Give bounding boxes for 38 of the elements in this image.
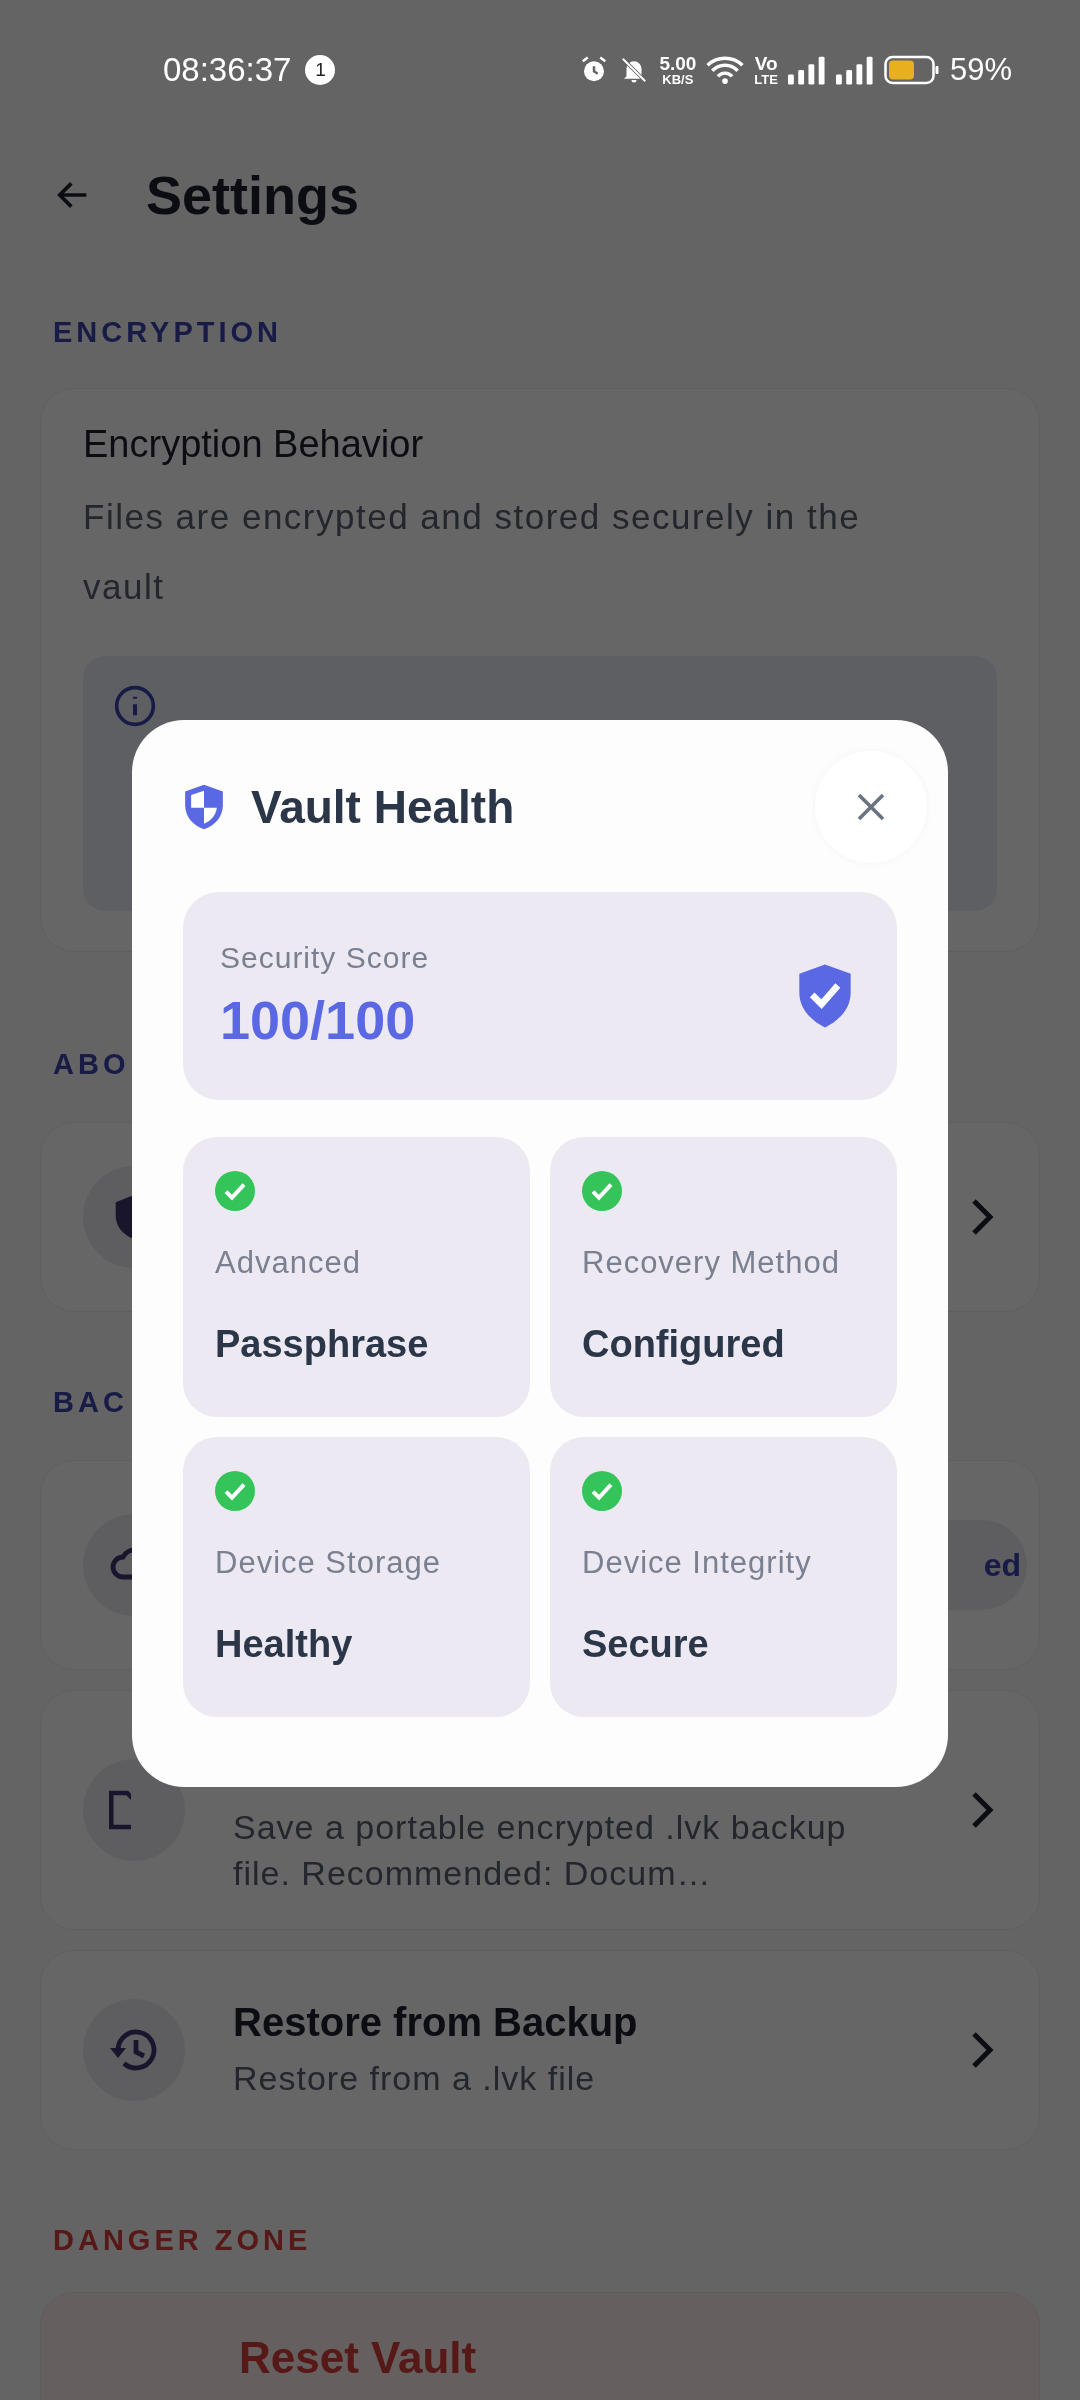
check-label: Recovery Method: [582, 1245, 840, 1281]
item-description: Restore from a .lvk file: [233, 2057, 597, 2099]
check-value: Configured: [582, 1323, 785, 1366]
section-title: BAC: [52, 1385, 128, 1420]
item-description: Save a portable encrypted .lvk backup file. Recommended: Docum…: [233, 1807, 848, 1894]
status-time: 08:36:37: [163, 51, 292, 89]
battery-percentage: 59%: [949, 52, 1012, 88]
score-label: Security Score: [220, 941, 430, 975]
info-icon: [113, 684, 157, 728]
close-icon: [856, 792, 886, 822]
volte-label: Vo: [754, 54, 778, 73]
section-title: ENCRYPTION: [52, 315, 283, 350]
reset-vault-title: Reset Vault: [239, 2333, 477, 2383]
wifi-icon: [706, 54, 745, 86]
item-title: Restore from Backup: [233, 1999, 638, 2045]
card-title: Encryption Behavior: [83, 423, 424, 466]
shield-icon: [183, 783, 225, 831]
signal-icon: [787, 55, 826, 85]
check-label: Advanced: [215, 1245, 361, 1281]
settings-card[interactable]: Restore from Backup Restore from a .lvk file: [40, 1950, 1040, 2150]
score-value: 100/100: [220, 989, 416, 1051]
check-value: Passphrase: [215, 1323, 429, 1366]
page-title: Settings: [146, 164, 360, 226]
danger-card[interactable]: Reset Vault: [40, 2292, 1040, 2400]
speed-unit: KB/S: [662, 73, 694, 86]
check-label: Device Storage: [215, 1545, 441, 1581]
card-description: Files are encrypted and stored securely in the vault: [83, 496, 862, 608]
battery-icon: [883, 55, 940, 85]
section-title: ABO: [52, 1047, 130, 1082]
dialog-title: Vault Health: [251, 780, 515, 834]
volte-sublabel: LTE: [754, 73, 778, 86]
shield-check-icon: [797, 962, 853, 1030]
check-value: Secure: [582, 1623, 709, 1666]
check-value: Healthy: [215, 1623, 353, 1666]
signal-icon: [835, 55, 874, 85]
notification-badge: 1: [305, 55, 336, 85]
network-speed: 5.00: [659, 54, 697, 73]
section-title: DANGER ZONE: [52, 2223, 312, 2258]
